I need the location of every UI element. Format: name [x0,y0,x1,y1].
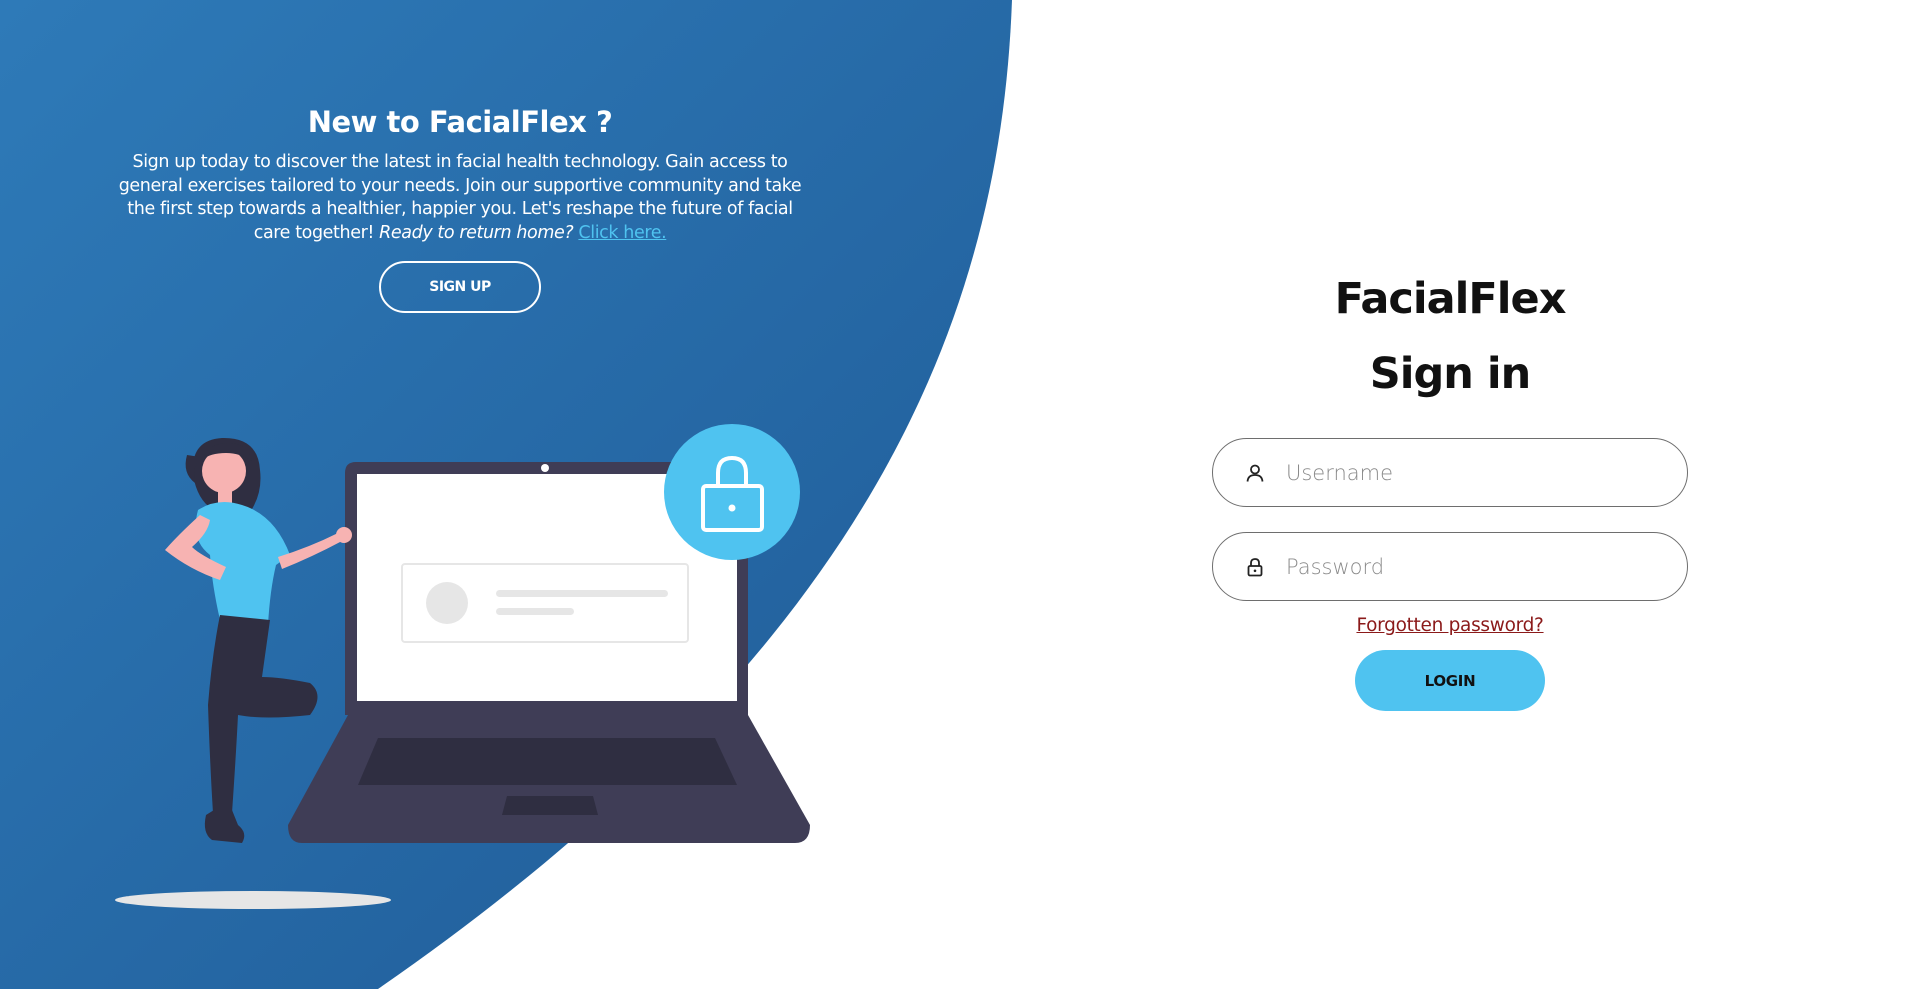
login-illustration [115,424,810,909]
signin-title: Sign in [1369,349,1531,399]
user-icon [1246,464,1264,482]
username-input[interactable] [1286,452,1687,493]
login-button[interactable]: LOGIN [1355,650,1545,711]
signup-button[interactable]: SIGN UP [379,261,541,313]
lock-icon [1247,557,1263,576]
forgot-password-link[interactable]: Forgotten password? [1356,615,1543,636]
return-home-text: Ready to return home? [379,222,574,243]
return-home-link[interactable]: Click here. [578,223,666,243]
signup-title: New to FacialFlex ? [307,105,613,139]
signup-panel: New to FacialFlex ? Sign up today to dis… [100,105,820,313]
signin-panel: FacialFlex Sign in Forgotten password? L… [1212,270,1688,711]
signup-description: Sign up today to discover the latest in … [100,151,820,245]
brand-name: FacialFlex [1334,274,1567,324]
lock-badge [664,424,800,560]
password-input[interactable] [1286,546,1687,587]
password-field[interactable] [1212,532,1688,601]
username-field[interactable] [1212,438,1688,507]
floor-shadow [115,891,391,909]
